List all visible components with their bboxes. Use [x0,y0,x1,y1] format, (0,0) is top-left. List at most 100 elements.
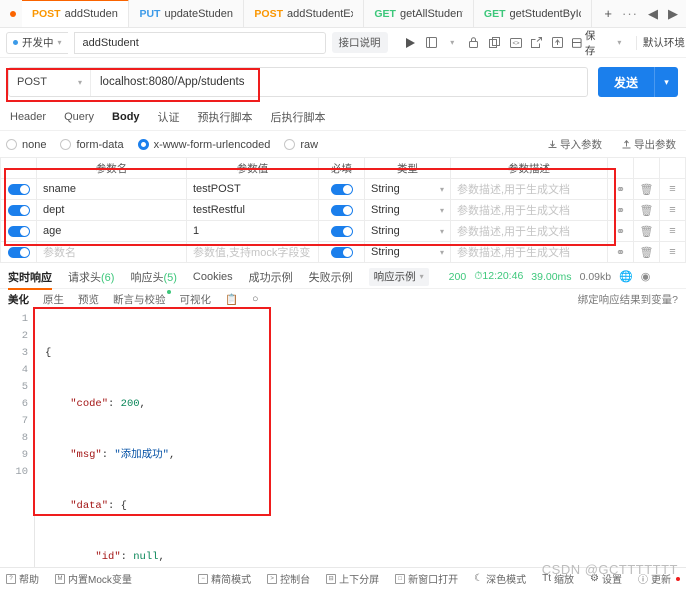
code-lines[interactable]: { "code": 200, "msg": "添加成功", "data": { … [34,311,678,589]
copy-icon[interactable] [484,32,505,54]
save-as-icon[interactable] [421,32,442,54]
export-params-button[interactable]: 导出参数 [622,137,676,152]
body-type-raw[interactable]: raw [284,139,318,151]
tab-auth[interactable]: 认证 [158,109,180,128]
row-mock-button[interactable]: ⚭ [607,241,634,263]
row-drag-handle[interactable]: ≡ [659,220,686,242]
tab-add-student[interactable]: POST addStudent [22,0,130,27]
row-required-toggle[interactable] [318,220,365,242]
row-drag-handle[interactable]: ≡ [659,241,686,263]
param-value-cell[interactable]: 1 [186,220,319,242]
param-name-cell[interactable]: 参数名 [36,241,187,263]
format-tab-visualize[interactable]: 可视化 [180,292,212,307]
tab-query[interactable]: Query [64,111,94,126]
param-type-cell[interactable]: String ▾ [364,241,451,263]
row-enabled-toggle[interactable] [0,178,37,200]
body-type-urlencoded[interactable]: x-www-form-urlencoded [137,139,270,151]
console-button[interactable]: > 控制台 [267,571,310,586]
param-type-cell[interactable]: String ▾ [364,220,451,242]
scroll-right-icon[interactable]: ▶ [668,7,678,20]
import-params-button[interactable]: 导入参数 [548,137,602,152]
format-tab-preview[interactable]: 预览 [78,292,99,307]
param-value-cell[interactable]: testRestful [186,199,319,221]
environment-selector[interactable]: 默认环境 ▾ [643,35,686,50]
param-type-cell[interactable]: String ▾ [364,199,451,221]
new-tab-icon[interactable]: + [604,7,612,20]
code-icon[interactable]: <> [505,32,526,54]
param-desc-cell[interactable]: 参数描述,用于生成文档 [450,199,608,221]
run-icon[interactable] [400,32,421,54]
zoom-button[interactable]: Tt 缩放 [542,571,574,586]
row-required-toggle[interactable] [318,241,365,263]
row-drag-handle[interactable]: ≡ [659,178,686,200]
url-input[interactable]: localhost:8080/App/students [91,68,587,96]
format-tab-assertions[interactable]: 断言与校验 [113,289,171,307]
more-tabs-icon[interactable]: ··· [622,7,638,20]
new-window-button[interactable]: □ 新窗口打开 [395,571,458,586]
row-required-toggle[interactable] [318,178,365,200]
tab-get-all-student[interactable]: GET getAllStudent [364,0,474,27]
send-options-icon[interactable]: ▾ [654,67,678,97]
chevron-down-icon[interactable]: ▾ [442,32,463,54]
param-desc-cell[interactable]: 参数描述,用于生成文档 [450,220,608,242]
tab-add-student-ex[interactable]: POST addStudentEx [244,0,365,27]
copy-response-icon[interactable]: 📋 [225,293,238,306]
search-response-icon[interactable]: ○ [252,293,258,305]
scroll-left-icon[interactable]: ◀ [648,7,658,20]
api-status-selector[interactable]: 开发中 ▾ [6,31,68,54]
param-type-cell[interactable]: String ▾ [364,178,451,200]
lock-icon[interactable] [463,32,484,54]
format-tab-beautify[interactable]: 美化 [8,292,29,307]
body-type-none[interactable]: none [6,139,46,151]
row-mock-button[interactable]: ⚭ [607,199,634,221]
param-value-cell[interactable]: 参数值,支持mock字段变 [186,241,319,263]
http-method-selector[interactable]: POST ▾ [9,68,91,96]
save-button[interactable]: 保存 [568,30,609,57]
tab-header[interactable]: Header [10,111,46,126]
bind-response-hint[interactable]: 绑定响应结果到变量? [578,292,678,307]
row-delete-button[interactable]: 🗑 [633,178,660,200]
tab-response-headers[interactable]: 响应头(5) [130,269,176,285]
download-icon[interactable]: ◉ [641,270,651,283]
param-name-cell[interactable]: sname [36,178,187,200]
import-icon[interactable] [547,32,568,54]
format-tab-raw[interactable]: 原生 [43,292,64,307]
row-drag-handle[interactable]: ≡ [659,199,686,221]
tab-update-student[interactable]: PUT updateStudent [129,0,245,27]
settings-button[interactable]: ⚙ 设置 [590,571,622,586]
response-example-selector[interactable]: 响应示例 ▾ [368,267,429,286]
row-delete-button[interactable]: 🗑 [633,199,660,221]
tab-failure-example[interactable]: 失败示例 [309,269,353,285]
mock-vars-button[interactable]: M 内置Mock变量 [55,571,132,586]
tab-realtime-response[interactable]: 实时响应 [8,269,52,290]
send-button[interactable]: 发送 [597,67,654,97]
tab-body[interactable]: Body [112,111,140,126]
param-desc-cell[interactable]: 参数描述,用于生成文档 [450,241,608,263]
tab-get-student-by-id[interactable]: GET getStudentByIc [473,0,593,27]
update-button[interactable]: ⓘ 更新 [638,571,680,586]
row-enabled-toggle[interactable] [0,220,37,242]
api-name-input[interactable]: addStudent [73,31,326,54]
help-button[interactable]: ? 帮助 [6,571,39,586]
row-delete-button[interactable]: 🗑 [633,220,660,242]
save-options-icon[interactable]: ▾ [609,32,630,54]
row-mock-button[interactable]: ⚭ [607,178,634,200]
tab-success-example[interactable]: 成功示例 [249,269,293,285]
param-name-cell[interactable]: dept [36,199,187,221]
network-icon[interactable]: 🌐 [619,270,633,283]
tab-request-headers[interactable]: 请求头(6) [68,269,114,285]
share-icon[interactable] [526,32,547,54]
param-value-cell[interactable]: testPOST [186,178,319,200]
tab-cookies[interactable]: Cookies [193,271,233,283]
api-doc-button[interactable]: 接口说明 [331,32,388,53]
tab-pre-script[interactable]: 预执行脚本 [198,109,253,128]
row-enabled-toggle[interactable] [0,199,37,221]
tab-post-script[interactable]: 后执行脚本 [271,109,326,128]
row-enabled-toggle[interactable] [0,241,37,263]
param-name-cell[interactable]: age [36,220,187,242]
row-required-toggle[interactable] [318,199,365,221]
dark-mode-button[interactable]: ☾ 深色模式 [474,571,526,586]
param-desc-cell[interactable]: 参数描述,用于生成文档 [450,178,608,200]
row-mock-button[interactable]: ⚭ [607,220,634,242]
split-view-button[interactable]: ⊟ 上下分屏 [326,571,379,586]
